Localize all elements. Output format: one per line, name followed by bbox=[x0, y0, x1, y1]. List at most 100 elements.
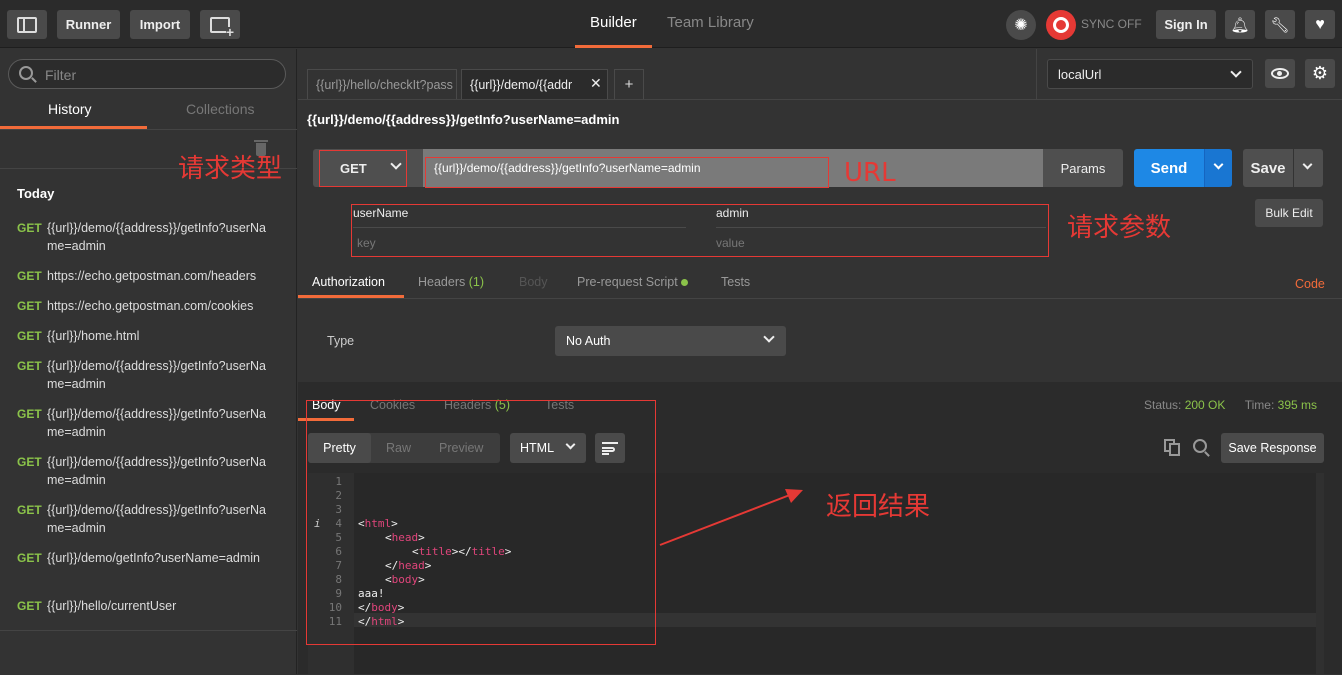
tab-headers-label: Headers bbox=[418, 275, 466, 289]
annotation-url: URL bbox=[844, 158, 896, 188]
tab-prerequest-label: Pre-request Script bbox=[577, 275, 678, 289]
history-url: {{url}}/demo/{{address}}/getInfo?userNam… bbox=[47, 503, 266, 535]
history-url: {{url}}/hello/currentUser bbox=[47, 599, 177, 613]
history-url: https://echo.getpostman.com/cookies bbox=[47, 299, 254, 313]
wrench-icon: 🔧︎ bbox=[1270, 16, 1290, 34]
method-badge: GET bbox=[17, 599, 42, 613]
annotation-box-url bbox=[425, 157, 829, 188]
sign-in-button[interactable]: Sign In bbox=[1156, 10, 1216, 39]
tab-tests[interactable]: Tests bbox=[721, 275, 750, 289]
new-tab-button[interactable]: + bbox=[614, 69, 644, 99]
divider bbox=[298, 99, 1342, 100]
close-tab-icon[interactable]: ✕ bbox=[590, 75, 602, 92]
environment-select[interactable]: localUrl bbox=[1047, 59, 1253, 89]
tab-authorization[interactable]: Authorization bbox=[312, 275, 385, 289]
method-badge: GET bbox=[17, 221, 42, 235]
tab-team-library[interactable]: Team Library bbox=[667, 14, 754, 31]
history-url: {{url}}/demo/{{address}}/getInfo?userNam… bbox=[47, 407, 266, 439]
tab-headers[interactable]: Headers (1) bbox=[418, 275, 484, 289]
sidebar-icon bbox=[17, 16, 37, 33]
runner-button[interactable]: Runner bbox=[57, 10, 120, 39]
request-tab-active[interactable]: {{url}}/demo/{{addr bbox=[461, 69, 608, 99]
headers-count: (1) bbox=[468, 275, 485, 289]
save-response-button[interactable]: Save Response bbox=[1221, 433, 1324, 463]
tab-prerequest-script[interactable]: Pre-request Script bbox=[577, 275, 689, 289]
sync-status: SYNC OFF bbox=[1081, 17, 1142, 31]
request-tab[interactable]: {{url}}/hello/checkIt?pass bbox=[307, 69, 457, 99]
filter-input[interactable]: Filter bbox=[8, 59, 286, 89]
annotation-request-type: 请求类型 bbox=[178, 154, 283, 184]
builder-active-indicator bbox=[575, 45, 652, 48]
chevron-down-icon bbox=[1213, 159, 1224, 170]
history-url: {{url}}/demo/{{address}}/getInfo?userNam… bbox=[47, 359, 266, 391]
save-options-button[interactable] bbox=[1294, 149, 1323, 187]
new-window-button[interactable]: + bbox=[200, 10, 240, 39]
new-window-icon: + bbox=[210, 16, 234, 39]
method-badge: GET bbox=[17, 407, 42, 421]
status-label: Status: bbox=[1144, 398, 1182, 412]
chevron-down-icon bbox=[763, 331, 775, 343]
history-url: {{url}}/demo/{{address}}/getInfo?userNam… bbox=[47, 455, 266, 487]
history-url: https://echo.getpostman.com/headers bbox=[47, 269, 257, 283]
heart-icon: ♥ bbox=[1315, 15, 1325, 33]
method-badge: GET bbox=[17, 455, 42, 469]
sidebar: Filter History Collections Today GET {{ur… bbox=[0, 49, 297, 674]
method-badge: GET bbox=[17, 329, 42, 343]
annotation-box-params bbox=[351, 204, 1049, 257]
interceptor-button[interactable]: ✺ bbox=[1006, 10, 1036, 40]
satellite-icon: ✺ bbox=[1014, 17, 1028, 34]
code-link[interactable]: Code bbox=[1295, 277, 1325, 291]
method-badge: GET bbox=[17, 299, 42, 313]
annotation-request-params: 请求参数 bbox=[1067, 213, 1172, 243]
params-button[interactable]: Params bbox=[1043, 149, 1123, 187]
quick-look-button[interactable] bbox=[1265, 59, 1295, 88]
method-badge: GET bbox=[17, 269, 42, 283]
method-badge: GET bbox=[17, 551, 42, 565]
top-bar: Runner Import + Builder Team Library ✺ S… bbox=[0, 0, 1342, 48]
sidebar-toggle-button[interactable] bbox=[7, 10, 47, 39]
bulk-edit-button[interactable]: Bulk Edit bbox=[1255, 199, 1323, 227]
search-response-button[interactable] bbox=[1193, 439, 1211, 457]
filter-placeholder: Filter bbox=[45, 67, 77, 83]
tab-builder[interactable]: Builder bbox=[590, 14, 637, 31]
manage-environments-button[interactable]: ⚙ bbox=[1305, 59, 1335, 88]
send-options-button[interactable] bbox=[1204, 149, 1232, 187]
auth-type-select[interactable]: No Auth bbox=[555, 326, 786, 356]
method-badge: GET bbox=[17, 503, 42, 517]
tab-body[interactable]: Body bbox=[519, 275, 548, 289]
status-value: 200 OK bbox=[1184, 398, 1226, 412]
search-icon-handle bbox=[31, 77, 37, 83]
settings-button[interactable]: 🔧︎ bbox=[1265, 10, 1295, 39]
time-label: Time: bbox=[1244, 398, 1275, 412]
auth-type-value: No Auth bbox=[566, 334, 611, 348]
copy-button[interactable] bbox=[1164, 439, 1182, 457]
notifications-button[interactable]: 🔔︎ bbox=[1225, 10, 1255, 39]
request-tab-label: {{url}}/demo/{{addr bbox=[470, 78, 573, 92]
annotation-box-method bbox=[319, 150, 407, 187]
scrollbar[interactable] bbox=[1316, 473, 1324, 674]
response-status: Status: 200 OK Time: 395 ms bbox=[1144, 398, 1317, 412]
tab-history[interactable]: History bbox=[48, 101, 92, 117]
annotation-result: 返回结果 bbox=[826, 492, 931, 522]
divider bbox=[1036, 49, 1037, 99]
history-url: {{url}}/demo/{{address}}/getInfo?userNam… bbox=[47, 221, 266, 253]
chevron-down-icon bbox=[1230, 66, 1242, 78]
sync-button[interactable] bbox=[1046, 10, 1076, 40]
environment-value: localUrl bbox=[1058, 67, 1102, 82]
gear-icon: ⚙ bbox=[1311, 63, 1329, 83]
send-button[interactable]: Send bbox=[1134, 149, 1204, 187]
arrow-line bbox=[659, 492, 796, 546]
eye-icon bbox=[1271, 68, 1289, 79]
tab-collections[interactable]: Collections bbox=[186, 101, 254, 117]
request-title: {{url}}/demo/{{address}}/getInfo?userNam… bbox=[307, 112, 620, 127]
history-url: {{url}}/demo/getInfo?userName=admin bbox=[47, 551, 260, 565]
import-button[interactable]: Import bbox=[130, 10, 190, 39]
sync-icon bbox=[1053, 17, 1069, 33]
annotation-arrow bbox=[659, 489, 803, 546]
heart-button[interactable]: ♥ bbox=[1305, 10, 1335, 39]
history-url: {{url}}/home.html bbox=[47, 329, 140, 343]
save-button[interactable]: Save bbox=[1243, 149, 1293, 187]
method-badge: GET bbox=[17, 359, 42, 373]
history-section-today: Today bbox=[17, 186, 55, 201]
status-dot bbox=[681, 279, 689, 286]
